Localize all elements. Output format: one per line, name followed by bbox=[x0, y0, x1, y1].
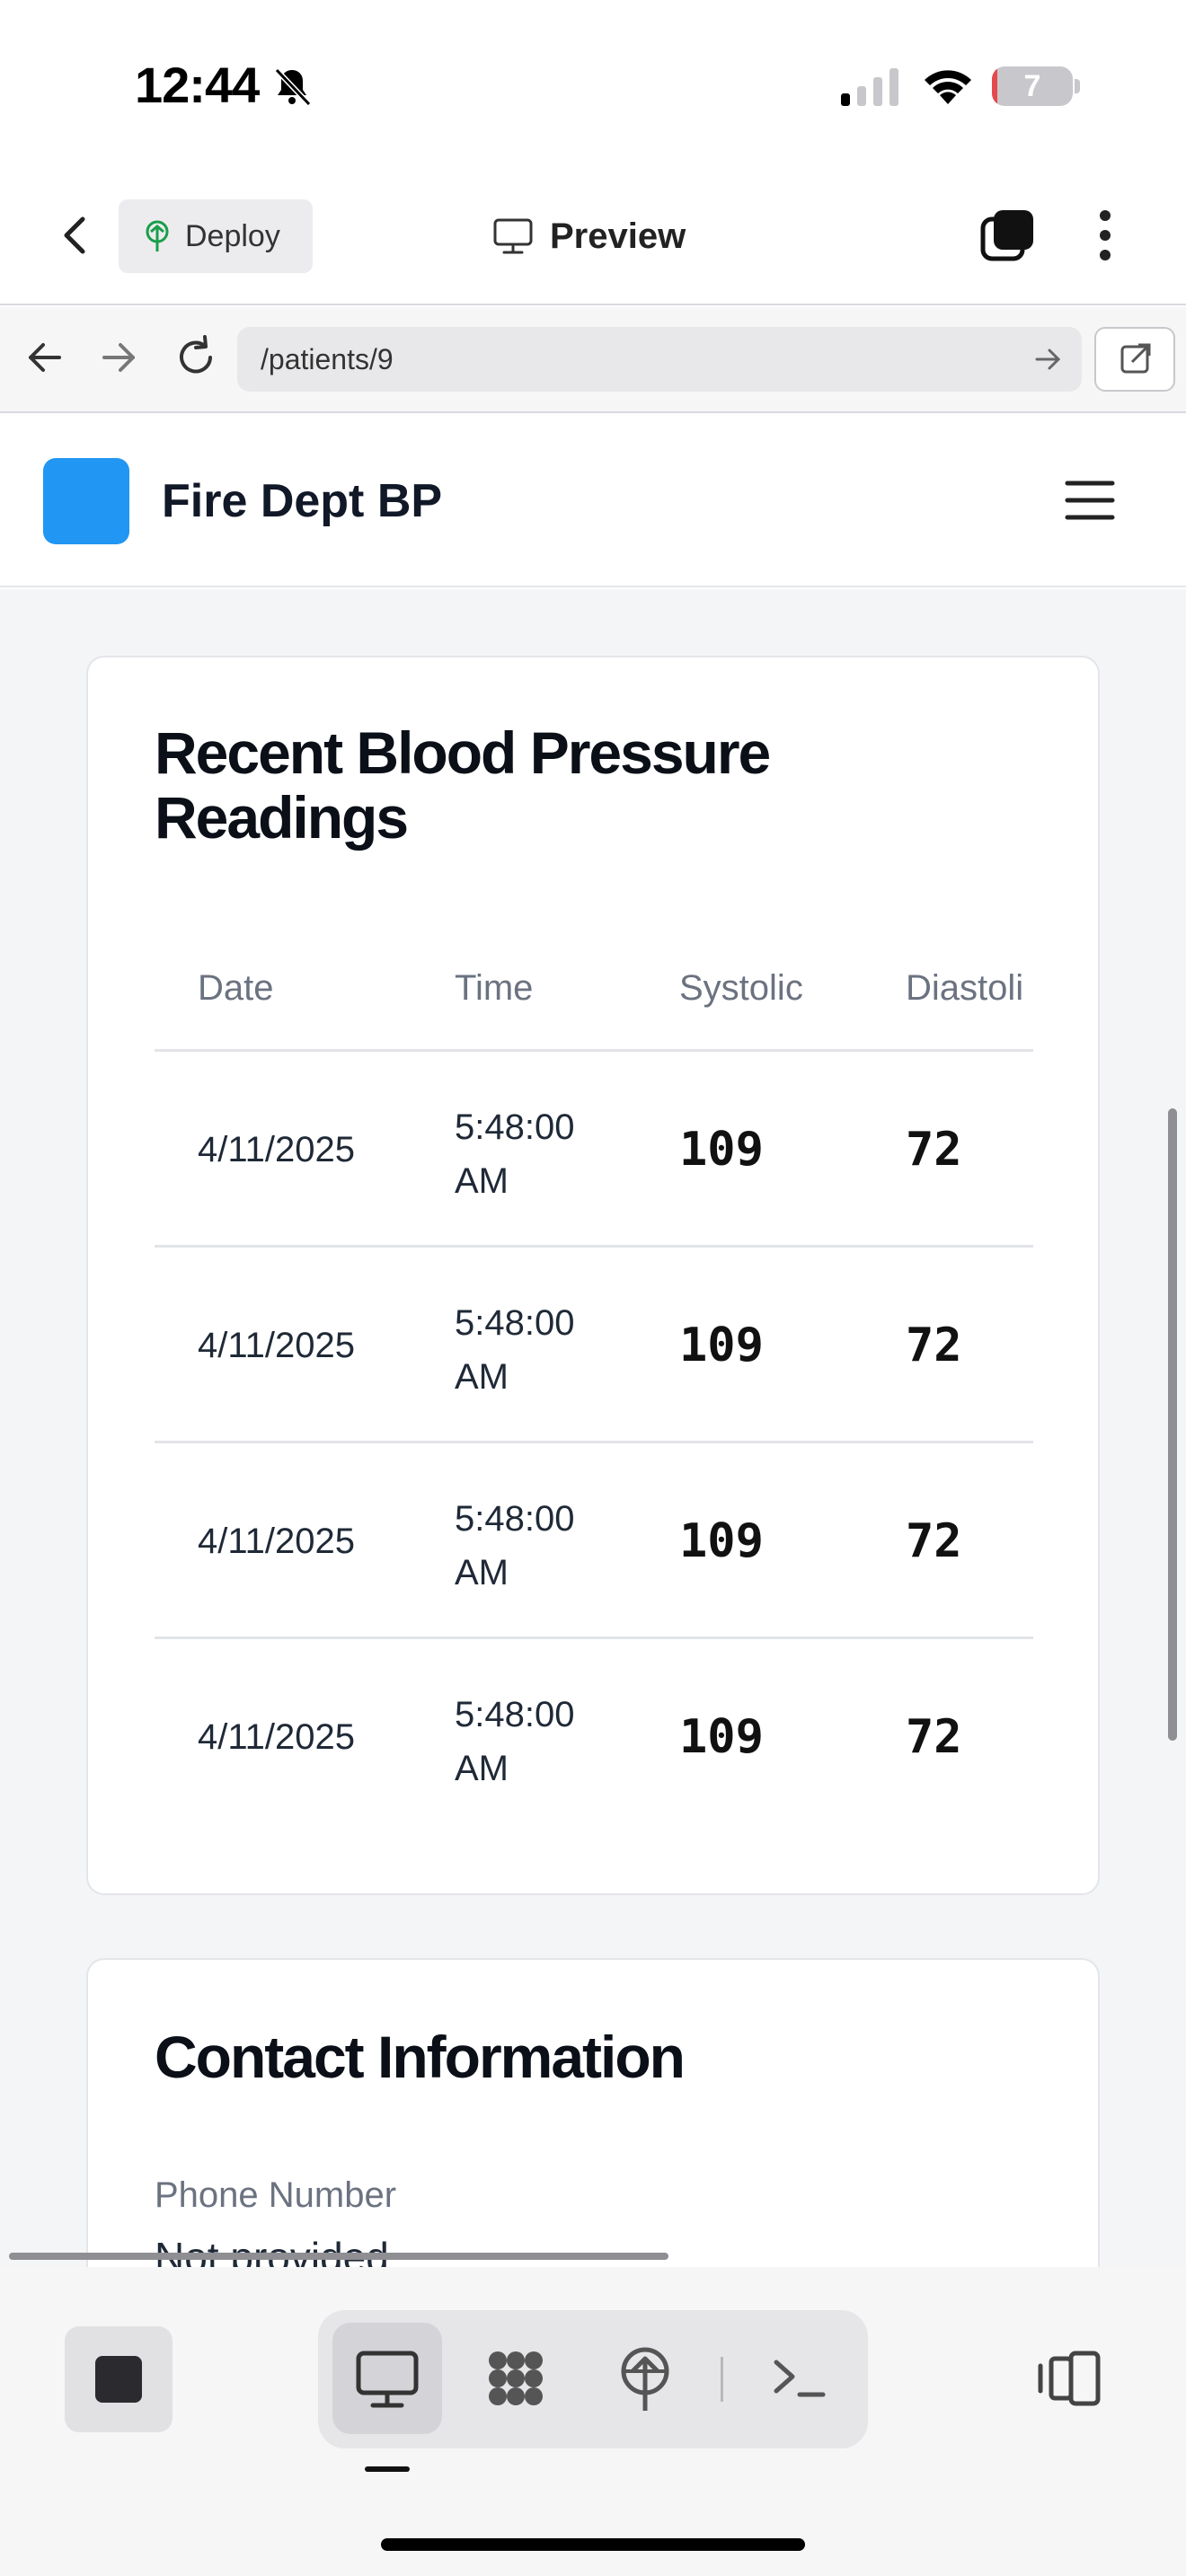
cell-systolic: 109 bbox=[679, 1123, 764, 1177]
arrow-left-icon[interactable] bbox=[20, 332, 70, 383]
cell-date: 4/11/2025 bbox=[198, 1717, 355, 1757]
cell-diastolic: 72 bbox=[906, 1123, 962, 1177]
open-external-button[interactable] bbox=[1094, 327, 1175, 392]
url-text: /patients/9 bbox=[261, 342, 394, 375]
site-title[interactable]: Fire Dept BP bbox=[162, 467, 442, 535]
tabs-icon[interactable] bbox=[979, 207, 1037, 264]
deploy-tree-icon[interactable] bbox=[609, 2342, 681, 2414]
battery-cap bbox=[1075, 79, 1080, 93]
cell-diastolic: 72 bbox=[906, 1710, 962, 1764]
cell-time: 5:48:00 AM bbox=[455, 1303, 575, 1397]
arrow-right-icon[interactable] bbox=[93, 332, 144, 383]
column-header-date: Date bbox=[198, 968, 274, 1008]
table-row: 4/11/2025 5:48:00 AM 109 72 bbox=[155, 1636, 1033, 1789]
chevron-left-icon[interactable] bbox=[45, 208, 108, 262]
panel-toggle-icon[interactable] bbox=[1033, 2342, 1105, 2414]
stop-icon bbox=[95, 2356, 142, 2403]
cell-systolic: 109 bbox=[679, 1710, 764, 1764]
contact-card: Contact Information Phone Number Not pro… bbox=[86, 1958, 1100, 2267]
page-content[interactable]: Recent Blood Pressure Readings Date Time… bbox=[0, 589, 1186, 2267]
desktop-view-button[interactable] bbox=[332, 2323, 442, 2434]
cell-systolic: 109 bbox=[679, 1514, 764, 1568]
bell-slash-icon bbox=[274, 67, 312, 107]
column-header-time: Time bbox=[455, 968, 534, 1008]
terminal-icon[interactable] bbox=[764, 2342, 836, 2414]
monitor-icon bbox=[493, 218, 533, 254]
deploy-tree-icon bbox=[146, 220, 169, 251]
phone-value: Not provided bbox=[155, 2234, 389, 2267]
site-logo[interactable] bbox=[43, 458, 129, 544]
cell-time: 5:48:00 AM bbox=[455, 1107, 575, 1201]
table-row: 4/11/2025 5:48:00 AM 109 72 bbox=[155, 1441, 1033, 1636]
cell-diastolic: 72 bbox=[906, 1514, 962, 1568]
hamburger-menu-icon[interactable] bbox=[1062, 472, 1118, 528]
more-vertical-icon[interactable] bbox=[1087, 207, 1123, 264]
deploy-button[interactable]: Deploy bbox=[119, 199, 313, 273]
cell-time: 5:48:00 AM bbox=[455, 1695, 575, 1788]
external-link-icon bbox=[1120, 343, 1151, 374]
readings-table[interactable]: Date Time Systolic Diastoli 4/11/2025 5:… bbox=[155, 927, 1033, 1789]
wifi-icon bbox=[925, 70, 971, 104]
preview-tab[interactable]: Preview bbox=[492, 207, 686, 266]
cell-time: 5:48:00 AM bbox=[455, 1499, 575, 1592]
readings-title: Recent Blood Pressure Readings bbox=[155, 719, 771, 851]
segment-divider bbox=[721, 2357, 723, 2402]
status-time: 12:44 bbox=[135, 57, 260, 113]
battery-level-text: 7 bbox=[1023, 69, 1041, 103]
battery-icon: 7 bbox=[992, 66, 1073, 106]
url-field[interactable]: /patients/9 bbox=[237, 327, 1082, 392]
preview-label: Preview bbox=[550, 216, 686, 256]
table-row: 4/11/2025 5:48:00 AM 109 72 bbox=[155, 1245, 1033, 1441]
desktop-icon bbox=[356, 2351, 419, 2408]
cell-date: 4/11/2025 bbox=[198, 1522, 355, 1561]
cellular-signal-icon bbox=[841, 68, 898, 106]
cell-date: 4/11/2025 bbox=[198, 1130, 355, 1169]
phone-label: Phone Number bbox=[155, 2175, 397, 2215]
deploy-label: Deploy bbox=[185, 218, 280, 253]
cell-systolic: 109 bbox=[679, 1319, 764, 1372]
horizontal-scrollbar[interactable] bbox=[9, 2253, 668, 2260]
cell-date: 4/11/2025 bbox=[198, 1326, 355, 1365]
cell-diastolic: 72 bbox=[906, 1319, 962, 1372]
contact-title: Contact Information bbox=[155, 2024, 686, 2090]
stop-button[interactable] bbox=[65, 2326, 173, 2432]
apps-icon[interactable] bbox=[480, 2342, 552, 2414]
go-arrow-icon[interactable] bbox=[1031, 343, 1064, 375]
active-view-indicator bbox=[365, 2466, 410, 2472]
column-header-systolic: Systolic bbox=[679, 968, 803, 1008]
reload-icon[interactable] bbox=[169, 331, 223, 384]
table-row: 4/11/2025 5:48:00 AM 109 72 bbox=[155, 1049, 1033, 1245]
readings-card: Recent Blood Pressure Readings Date Time… bbox=[86, 656, 1100, 1895]
home-indicator[interactable] bbox=[381, 2538, 805, 2551]
column-header-diastolic: Diastoli bbox=[906, 968, 1024, 1008]
vertical-scrollbar[interactable] bbox=[1168, 1108, 1177, 1741]
